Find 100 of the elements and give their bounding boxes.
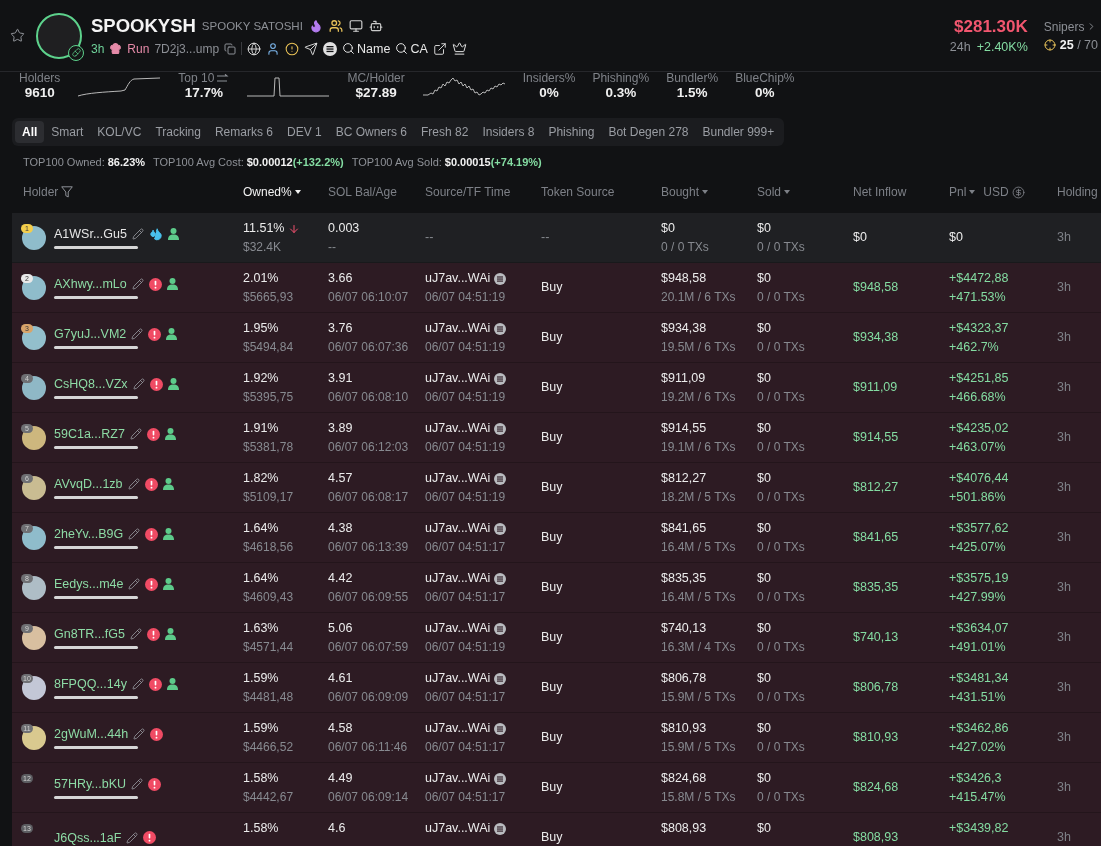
filter-tab[interactable]: Remarks 6: [207, 121, 280, 143]
owned-value: $5665,93: [243, 290, 295, 305]
sold-amount: $0: [757, 471, 772, 486]
pnl-percent: +501.86%: [949, 490, 1007, 505]
net-inflow: $835,35: [853, 580, 900, 595]
alert-icon: [148, 327, 162, 341]
sold-transactions: 0 / 0 TXs: [757, 790, 806, 805]
pnl-percent: +471.53%: [949, 290, 1007, 305]
holder-address[interactable]: AXhwy...mLo: [54, 277, 127, 291]
pencil-icon[interactable]: [127, 478, 140, 490]
bought-amount: $914,55: [661, 421, 708, 436]
filter-tab[interactable]: BC Owners 6: [328, 121, 414, 143]
filter-tab[interactable]: KOL/VC: [90, 121, 149, 143]
list-icon[interactable]: [494, 522, 507, 535]
owned-percent: 1.58%: [243, 771, 279, 786]
user-icon[interactable]: [266, 41, 281, 56]
crown-icon[interactable]: [451, 41, 467, 56]
globe-icon[interactable]: [247, 41, 262, 56]
token-source: Buy: [541, 330, 564, 345]
filter-icon[interactable]: [61, 186, 74, 198]
bought-amount: $810,93: [661, 721, 708, 736]
filter-tab[interactable]: Smart: [44, 121, 91, 143]
owned-value: $4609,43: [243, 590, 295, 605]
star-icon[interactable]: [10, 28, 25, 43]
pencil-icon[interactable]: [131, 228, 144, 240]
pencil-icon[interactable]: [129, 428, 142, 440]
filter-tab[interactable]: DEV 1: [279, 121, 329, 143]
column-header[interactable]: Holder: [23, 185, 59, 199]
filter-tab[interactable]: All: [15, 121, 45, 143]
list-icon[interactable]: [494, 572, 507, 585]
source-time: 06/07 04:51:19: [425, 340, 507, 355]
send-icon[interactable]: [304, 41, 319, 56]
change-period: 24h: [949, 40, 971, 54]
source-address: uJ7av...WAi: [425, 571, 491, 586]
column-header[interactable]: Owned%: [243, 185, 292, 199]
list-icon[interactable]: [323, 41, 338, 56]
filter-tab[interactable]: Bundler 999+: [695, 121, 782, 143]
list-icon[interactable]: [494, 772, 507, 785]
pencil-icon[interactable]: [131, 278, 144, 290]
pencil-icon[interactable]: [131, 778, 143, 790]
holder-address[interactable]: AVvqD...1zb: [54, 477, 123, 491]
holder-address[interactable]: 2gWuM...44h: [54, 727, 129, 741]
column-header[interactable]: Pnl: [949, 185, 967, 199]
holder-address[interactable]: A1WSr...Gu5: [54, 227, 127, 241]
sol-balance: 4.57: [328, 471, 354, 486]
filter-tab[interactable]: Fresh 82: [414, 121, 476, 143]
column-header: Token Source: [541, 185, 615, 199]
holder-address[interactable]: 59C1a...RZ7: [54, 427, 125, 441]
search-button[interactable]: Name: [342, 41, 391, 56]
filter-tab[interactable]: Tracking: [148, 121, 208, 143]
pencil-icon[interactable]: [131, 328, 144, 340]
alert-icon: [144, 477, 158, 491]
holder-address[interactable]: J6Qss...1aF: [54, 830, 122, 845]
list-icon[interactable]: [494, 722, 507, 735]
bought-amount: $808,93: [661, 821, 708, 836]
pencil-icon[interactable]: [128, 528, 141, 540]
list-icon[interactable]: [494, 622, 507, 635]
summary-label: TOP100 Avg Cost:: [153, 156, 244, 168]
dollar-icon[interactable]: [1011, 185, 1025, 199]
list-icon[interactable]: [494, 322, 507, 335]
stat-label: Insiders%: [522, 72, 576, 85]
alert-icon[interactable]: [285, 41, 300, 56]
caret-icon[interactable]: [294, 190, 301, 194]
list-icon[interactable]: [494, 472, 507, 485]
pencil-icon[interactable]: [133, 728, 146, 740]
target-icon: [1043, 38, 1056, 51]
column-header[interactable]: Sold: [757, 185, 782, 199]
snipers-label[interactable]: Snipers: [1043, 19, 1085, 34]
currency-label[interactable]: USD: [983, 185, 1009, 199]
owned-percent: 2.01%: [243, 271, 279, 286]
filter-tab[interactable]: Phishing: [541, 121, 602, 143]
holder-address[interactable]: Gn8TR...fG5: [54, 627, 125, 641]
pencil-icon[interactable]: [129, 628, 142, 640]
source-address: uJ7av...WAi: [425, 271, 491, 286]
list-icon[interactable]: [494, 422, 507, 435]
column-header[interactable]: Bought: [661, 185, 700, 199]
list-icon[interactable]: [494, 372, 507, 385]
source-address: uJ7av...WAi: [425, 521, 491, 536]
lines-icon[interactable]: [217, 74, 230, 83]
list-icon[interactable]: [494, 672, 507, 685]
pencil-icon[interactable]: [131, 678, 144, 690]
filter-tab[interactable]: Bot Degen 278: [601, 121, 696, 143]
external-link-icon[interactable]: [432, 41, 447, 56]
search-button[interactable]: CA: [395, 41, 428, 56]
stat-value: 17.7%: [184, 85, 223, 101]
list-icon[interactable]: [494, 272, 507, 285]
holding-time: 3h: [1057, 730, 1072, 745]
token-symbol: SPOOKYSH: [91, 15, 196, 37]
holder-address[interactable]: 2heYv...B9G: [54, 527, 124, 541]
holder-address[interactable]: 8FPQQ...14y: [54, 677, 127, 691]
holder-address[interactable]: Eedys...m4e: [54, 577, 124, 591]
copy-icon[interactable]: [224, 42, 237, 55]
list-icon[interactable]: [494, 822, 507, 835]
pencil-icon[interactable]: [126, 831, 139, 844]
holder-address[interactable]: G7yuJ...VM2: [54, 327, 127, 341]
pencil-icon[interactable]: [132, 378, 145, 390]
filter-tab[interactable]: Insiders 8: [475, 121, 542, 143]
holder-address[interactable]: 57HRy...bKU: [54, 777, 126, 791]
holder-address[interactable]: CsHQ8...VZx: [54, 377, 128, 391]
pencil-icon[interactable]: [128, 578, 141, 590]
